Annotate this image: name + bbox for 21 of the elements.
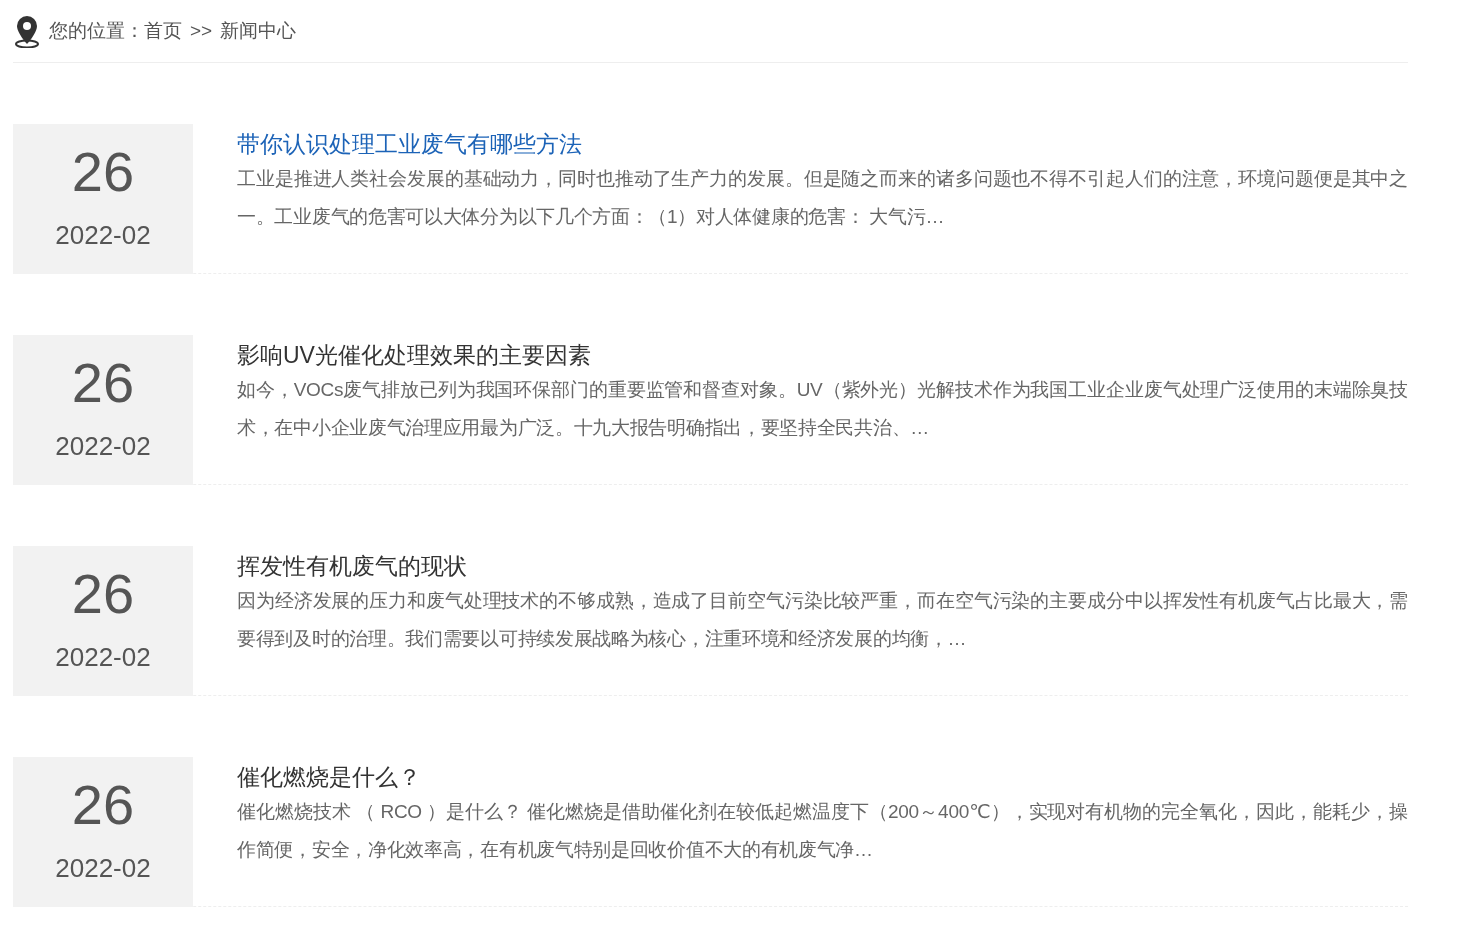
date-day: 26 [71,143,135,200]
date-month: 2022-02 [55,429,151,463]
date-month: 2022-02 [55,218,151,252]
news-excerpt: 工业是推进人类社会发展的基础动力，同时也推动了生产力的发展。但是随之而来的诸多问题也不得不引起人们的注意，环境问题便是其中之一。工业废气的危害可以大体分为以下几个方面：（1）对人体健康的危害： 大气污… [237,166,1408,229]
location-pin-icon [13,14,41,48]
date-day: 26 [71,354,135,411]
news-title-link[interactable]: 带你认识处理工业废气有哪些方法 [237,130,582,160]
news-title-link[interactable]: 挥发性有机废气的现状 [237,552,467,582]
date-month: 2022-02 [55,851,151,885]
news-title-link[interactable]: 影响UV光催化处理效果的主要因素 [237,341,591,371]
breadcrumb-link[interactable]: 新闻中心 [220,16,297,46]
news-excerpt: 催化燃烧技术 （ RCO ）是什么？ 催化燃烧是借助催化剂在较低起燃温度下（200～400℃），实现对有机物的完全氧化，因此，能耗少，操作简便，安全，净化效率高，在有机废气特别是回收价值不大的有机废气净… [237,799,1408,862]
date-day: 26 [71,565,135,622]
news-excerpt: 如今，VOCs废气排放已列为我国环保部门的重要监管和督查对象。UV（紫外光）光解技术作为我国工业企业废气处理广泛使用的末端除臭技术，在中小企业废气治理应用最为广泛。十九大报告明确指出，要坚持全民共治、… [237,377,1408,440]
date-day: 26 [71,776,135,833]
breadcrumb-link[interactable]: 首页 [144,16,182,46]
date-month: 2022-02 [55,640,151,674]
breadcrumb-separator: >> [190,18,213,43]
breadcrumb-label: 您的位置： [49,18,144,43]
news-title-link[interactable]: 催化燃烧是什么？ [237,763,421,793]
news-excerpt: 因为经济发展的压力和废气处理技术的不够成熟，造成了目前空气污染比较严重，而在空气污染的主要成分中以挥发性有机废气占比最大，需要得到及时的治理。我们需要以可持续发展战略为核心，注重环境和经济发展的均衡，… [237,588,1408,651]
